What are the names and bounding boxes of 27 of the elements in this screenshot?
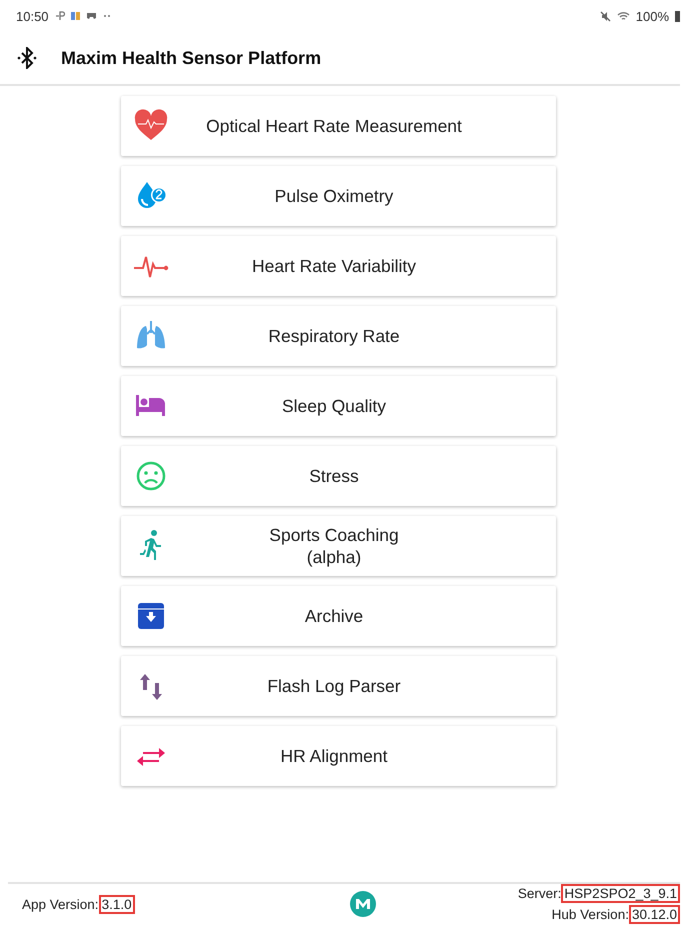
status-time: 10:50 [16, 8, 49, 24]
menu-item-button[interactable]: Sleep Quality [120, 376, 556, 436]
app-title: Maxim Health Sensor Platform [61, 48, 322, 68]
parking-icon [54, 11, 65, 21]
hub-version-value: 30.12.0 [628, 905, 680, 924]
menu-item-button[interactable]: HR Alignment [120, 726, 556, 786]
version-value: 3.1.0 [98, 894, 135, 914]
mute-icon [600, 10, 611, 22]
server-label: Server: [518, 886, 562, 901]
menu-item-button[interactable]: Pulse Oximetry [120, 166, 556, 226]
menu-item-button[interactable]: Archive [120, 586, 556, 646]
server-value: HSP2SPO2_3_9.1 [561, 884, 680, 903]
menu-item-button[interactable]: Stress [120, 446, 556, 506]
menu-item-button[interactable]: Flash Log Parser [120, 656, 556, 716]
battery-percent: 100% [636, 8, 669, 24]
wifi-icon [616, 10, 630, 22]
maxim-logo-icon [350, 891, 376, 917]
menu-item-button[interactable]: Heart Rate Variability [120, 236, 556, 296]
battery-icon [675, 10, 680, 22]
more-icon [102, 14, 111, 18]
app-icon [70, 11, 80, 21]
version-label: App Version: [22, 896, 99, 912]
hub-version-label: Hub Version: [552, 907, 629, 922]
menu-item-button[interactable]: Sports Coaching (alpha) [120, 516, 556, 576]
menu-item-button[interactable]: Optical Heart Rate Measurement [120, 96, 556, 156]
bluetooth-icon[interactable] [17, 47, 37, 69]
menu-item-button[interactable]: Respiratory Rate [120, 306, 556, 366]
